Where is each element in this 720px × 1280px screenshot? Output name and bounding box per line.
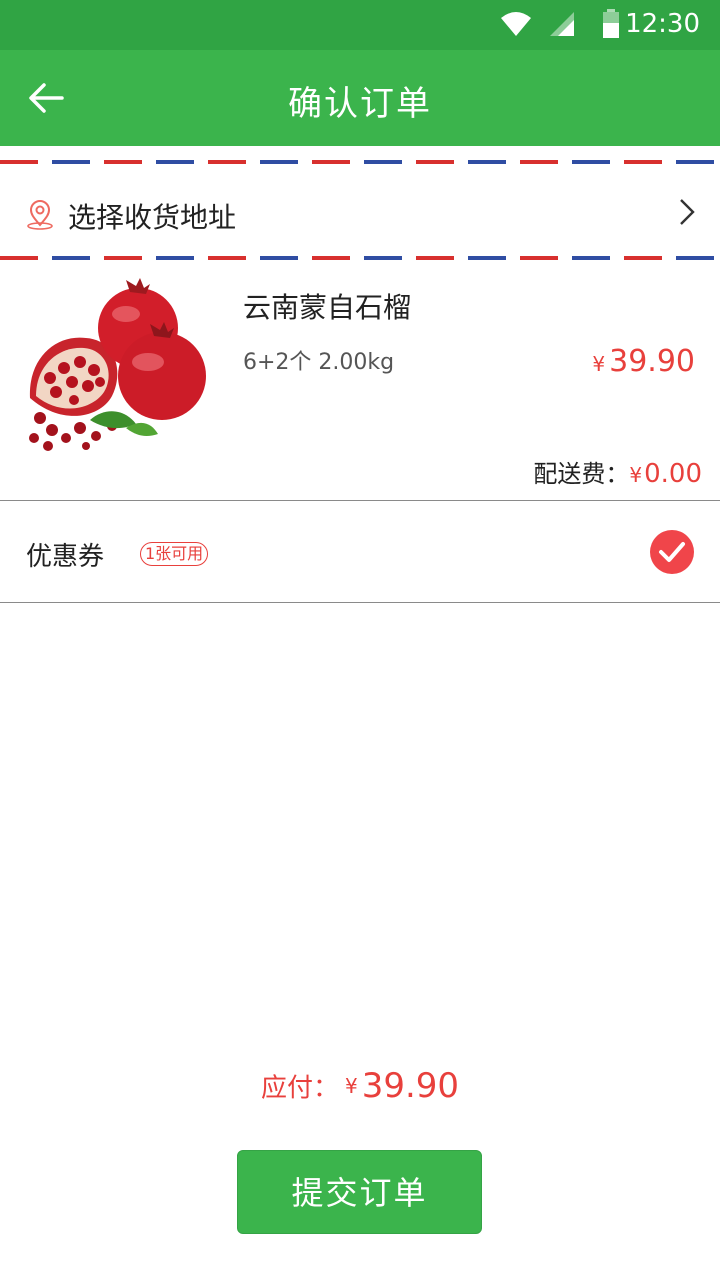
address-border-bottom — [0, 256, 720, 260]
status-bar: 12:30 — [0, 0, 720, 50]
product-price-value: 39.90 — [609, 344, 695, 379]
product-name: 云南蒙自石榴 — [243, 291, 412, 324]
product-spec: 6+2个 2.00kg — [243, 350, 395, 375]
product-card: 云南蒙自石榴 6+2个 2.00kg ¥39.90 配送费：¥0.00 — [0, 264, 720, 500]
header: 确认订单 — [0, 50, 720, 146]
coupon-available-badge: 1张可用 — [140, 542, 209, 566]
battery-icon — [603, 9, 619, 38]
coupon-row[interactable]: 优惠券 1张可用 — [0, 502, 720, 602]
total-amount: 39.90 — [361, 1066, 460, 1106]
product-price: ¥39.90 — [592, 344, 695, 379]
signal-icon — [550, 12, 574, 36]
total-label: 应付： — [260, 1073, 339, 1104]
submit-order-button[interactable]: 提交订单 — [237, 1150, 482, 1234]
delivery-fee-value: ¥0.00 — [629, 459, 702, 489]
coupon-label: 优惠券 — [26, 542, 105, 572]
location-pin-icon — [27, 200, 53, 230]
delivery-amount: 0.00 — [644, 459, 702, 489]
currency-symbol: ¥ — [592, 352, 606, 376]
address-label: 选择收货地址 — [68, 201, 237, 234]
status-time: 12:30 — [625, 9, 700, 39]
page-title: 确认订单 — [288, 84, 432, 124]
wifi-icon — [501, 12, 531, 36]
divider — [0, 500, 720, 501]
delivery-fee: 配送费：¥0.00 — [533, 454, 702, 489]
currency-symbol: ¥ — [629, 463, 643, 487]
address-border-top — [0, 160, 720, 164]
total-payable: 应付： ¥39.90 — [0, 1066, 720, 1106]
checkmark-icon[interactable] — [650, 530, 694, 574]
product-image — [26, 278, 228, 454]
chevron-right-icon — [680, 199, 695, 225]
delivery-label: 配送费： — [533, 460, 630, 488]
select-address-row[interactable]: 选择收货地址 — [0, 168, 720, 256]
currency-symbol: ¥ — [344, 1074, 358, 1098]
divider — [0, 602, 720, 603]
